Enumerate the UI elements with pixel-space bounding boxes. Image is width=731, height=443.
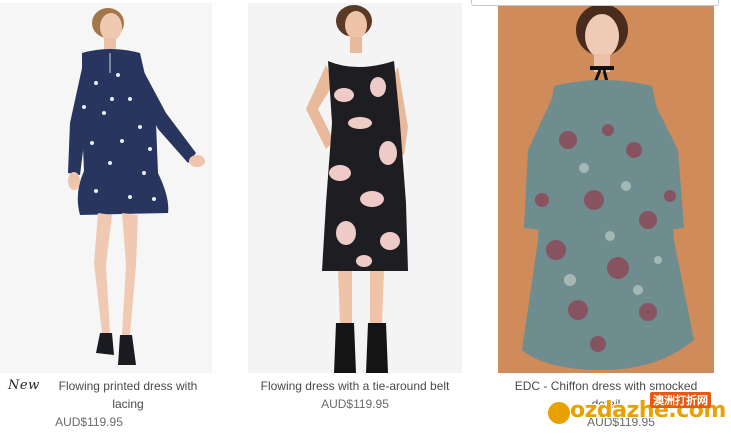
product-grid: New Flowing printed dress with lacing AU…: [0, 0, 731, 443]
product-info: Flowing printed dress with lacing AUD$11…: [0, 377, 216, 431]
product-card-tie-around-belt-dress[interactable]: Flowing dress with a tie-around belt AUD…: [248, 0, 462, 411]
product-image[interactable]: [248, 3, 462, 373]
product-title[interactable]: Flowing dress with a tie-around belt: [248, 377, 462, 395]
product-image[interactable]: [0, 3, 212, 373]
site-watermark: ozdazhe.com 澳洲打折网: [542, 388, 726, 434]
model-photo-navy-dress: [68, 8, 205, 365]
dropdown-panel-edge: [471, 0, 719, 6]
product-image[interactable]: [498, 0, 714, 373]
model-photo-chiffon-dress: [498, 0, 714, 373]
product-price: AUD$119.95: [55, 415, 123, 429]
product-info: Flowing dress with a tie-around belt AUD…: [248, 377, 462, 413]
watermark-tagline: 澳洲打折网: [650, 392, 711, 408]
product-card-flowing-printed-dress[interactable]: New Flowing printed dress with lacing AU…: [0, 0, 212, 429]
watermark-logo-icon: [546, 400, 572, 426]
product-card-chiffon-smocked-dress[interactable]: EDC - Chiffon dress with smocked detail …: [498, 0, 714, 429]
product-price: AUD$119.95: [321, 397, 389, 411]
model-photo-floral-dress: [306, 5, 408, 373]
product-title[interactable]: Flowing printed dress with lacing: [0, 377, 216, 413]
